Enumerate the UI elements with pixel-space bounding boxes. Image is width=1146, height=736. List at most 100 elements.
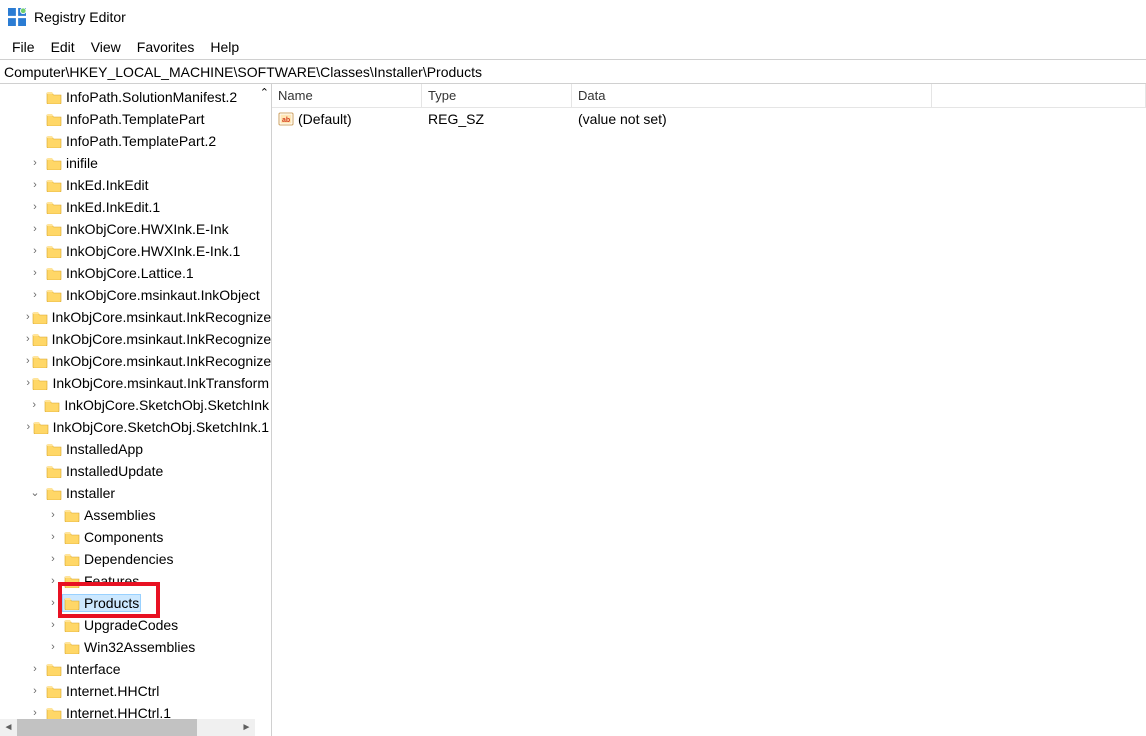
chevron-right-icon[interactable]: › xyxy=(26,158,44,169)
tree-item[interactable]: ›InkObjCore.SketchObj.SketchInk.1 xyxy=(2,416,271,438)
list-header: Name Type Data xyxy=(272,84,1146,108)
chevron-right-icon[interactable]: › xyxy=(26,224,44,235)
folder-icon xyxy=(46,266,62,280)
tree-panel[interactable]: ⌃ ›InfoPath.SolutionManifest.2›InfoPath.… xyxy=(0,84,272,736)
folder-icon xyxy=(46,134,62,148)
tree-item-label: InkObjCore.msinkaut.InkRecognizerGuide xyxy=(52,353,272,369)
chevron-right-icon[interactable]: › xyxy=(26,708,44,719)
folder-icon xyxy=(64,508,80,522)
folder-icon xyxy=(64,640,80,654)
tree-item-label: InkObjCore.SketchObj.SketchInk.1 xyxy=(53,419,269,435)
folder-icon xyxy=(46,464,62,478)
folder-icon xyxy=(64,596,80,610)
scroll-left-arrow[interactable]: ◄ xyxy=(0,719,17,736)
tree-item[interactable]: ›Products xyxy=(2,592,271,614)
tree-item[interactable]: ›InfoPath.SolutionManifest.2 xyxy=(2,86,271,108)
tree-item-label: inifile xyxy=(66,155,98,171)
value-name: (Default) xyxy=(298,111,352,127)
menu-favorites[interactable]: Favorites xyxy=(129,37,203,57)
tree-item-label: Dependencies xyxy=(84,551,174,567)
folder-icon xyxy=(64,530,80,544)
tree-item-label: UpgradeCodes xyxy=(84,617,178,633)
chevron-right-icon[interactable]: › xyxy=(44,532,62,543)
list-row[interactable]: (Default)REG_SZ(value not set) xyxy=(272,108,1146,130)
folder-icon xyxy=(46,90,62,104)
tree-item[interactable]: ›InkEd.InkEdit.1 xyxy=(2,196,271,218)
tree-item[interactable]: ›InstalledApp xyxy=(2,438,271,460)
tree-item[interactable]: › Dependencies xyxy=(2,548,271,570)
tree-item[interactable]: ›InfoPath.TemplatePart.2 xyxy=(2,130,271,152)
tree-item[interactable]: ›Features xyxy=(2,570,271,592)
horizontal-scrollbar[interactable]: ◄ ► xyxy=(0,719,255,736)
tree-item-label: InkObjCore.Lattice.1 xyxy=(66,265,194,281)
tree-item[interactable]: › Assemblies xyxy=(2,504,271,526)
menu-view[interactable]: View xyxy=(83,37,129,57)
tree-item-label: InkObjCore.msinkaut.InkTransform xyxy=(52,375,269,391)
tree-item[interactable]: › UpgradeCodes xyxy=(2,614,271,636)
chevron-right-icon[interactable]: › xyxy=(44,620,62,631)
tree-item[interactable]: ›InfoPath.TemplatePart xyxy=(2,108,271,130)
tree-item-label: InkEd.InkEdit xyxy=(66,177,149,193)
tree-item[interactable]: › Win32Assemblies xyxy=(2,636,271,658)
folder-icon xyxy=(46,442,62,456)
tree-item[interactable]: › InkEd.InkEdit xyxy=(2,174,271,196)
chevron-right-icon[interactable]: › xyxy=(44,598,62,609)
tree-item[interactable]: ›InkObjCore.HWXInk.E-Ink xyxy=(2,218,271,240)
column-data[interactable]: Data xyxy=(572,84,932,107)
app-title: Registry Editor xyxy=(34,9,126,25)
column-name[interactable]: Name xyxy=(272,84,422,107)
tree-item[interactable]: ›InkObjCore.msinkaut.InkRecognizerContex… xyxy=(2,328,271,350)
tree-item[interactable]: ›InstalledUpdate xyxy=(2,460,271,482)
string-value-icon xyxy=(278,111,294,127)
tree-item[interactable]: ⌄ Installer xyxy=(2,482,271,504)
tree-item[interactable]: ›Internet.HHCtrl xyxy=(2,680,271,702)
chevron-right-icon[interactable]: › xyxy=(44,554,62,565)
folder-icon xyxy=(32,354,48,368)
chevron-down-icon[interactable]: ⌄ xyxy=(26,488,44,499)
menu-file[interactable]: File xyxy=(4,37,43,57)
scroll-thumb[interactable] xyxy=(17,719,197,736)
chevron-right-icon[interactable]: › xyxy=(26,400,42,411)
folder-icon xyxy=(46,684,62,698)
value-data: (value not set) xyxy=(572,111,932,127)
tree-item[interactable]: ›InkObjCore.HWXInk.E-Ink.1 xyxy=(2,240,271,262)
tree-item[interactable]: ›InkObjCore.SketchObj.SketchInk xyxy=(2,394,271,416)
tree-item[interactable]: ›Interface xyxy=(2,658,271,680)
chevron-right-icon[interactable]: › xyxy=(26,202,44,213)
tree-item-label: InkObjCore.msinkaut.InkRecognizerContext xyxy=(52,331,272,347)
scroll-right-arrow[interactable]: ► xyxy=(238,719,255,736)
folder-icon xyxy=(46,244,62,258)
tree-item-label: Win32Assemblies xyxy=(84,639,195,655)
tree-item[interactable]: ›InkObjCore.msinkaut.InkObject xyxy=(2,284,271,306)
app-icon xyxy=(8,8,26,26)
column-type[interactable]: Type xyxy=(422,84,572,107)
folder-icon xyxy=(32,376,48,390)
menu-help[interactable]: Help xyxy=(202,37,247,57)
chevron-right-icon[interactable]: › xyxy=(44,642,62,653)
chevron-right-icon[interactable]: › xyxy=(26,290,44,301)
chevron-right-icon[interactable]: › xyxy=(26,686,44,697)
folder-icon xyxy=(46,112,62,126)
tree-item[interactable]: ›InkObjCore.msinkaut.InkTransform xyxy=(2,372,271,394)
chevron-right-icon[interactable]: › xyxy=(26,268,44,279)
menu-bar: File Edit View Favorites Help xyxy=(0,34,1146,60)
menu-edit[interactable]: Edit xyxy=(43,37,83,57)
address-text: Computer\HKEY_LOCAL_MACHINE\SOFTWARE\Cla… xyxy=(4,64,482,80)
chevron-right-icon[interactable]: › xyxy=(26,180,44,191)
address-bar[interactable]: Computer\HKEY_LOCAL_MACHINE\SOFTWARE\Cla… xyxy=(0,60,1146,84)
folder-icon xyxy=(64,618,80,632)
tree-item[interactable]: ›InkObjCore.msinkaut.InkRecognizerGuide xyxy=(2,350,271,372)
tree-item-label: InfoPath.TemplatePart xyxy=(66,111,205,127)
chevron-right-icon[interactable]: › xyxy=(44,576,62,587)
tree-item-label: Assemblies xyxy=(84,507,156,523)
tree-item[interactable]: › inifile xyxy=(2,152,271,174)
chevron-right-icon[interactable]: › xyxy=(26,246,44,257)
tree-item-label: InstalledApp xyxy=(66,441,143,457)
tree-item[interactable]: › InkObjCore.Lattice.1 xyxy=(2,262,271,284)
tree-item-label: Installer xyxy=(66,485,115,501)
tree-item[interactable]: ›Components xyxy=(2,526,271,548)
chevron-right-icon[interactable]: › xyxy=(26,664,44,675)
tree-item[interactable]: ›InkObjCore.msinkaut.InkRecognizer xyxy=(2,306,271,328)
chevron-right-icon[interactable]: › xyxy=(44,510,62,521)
folder-icon xyxy=(46,706,62,720)
